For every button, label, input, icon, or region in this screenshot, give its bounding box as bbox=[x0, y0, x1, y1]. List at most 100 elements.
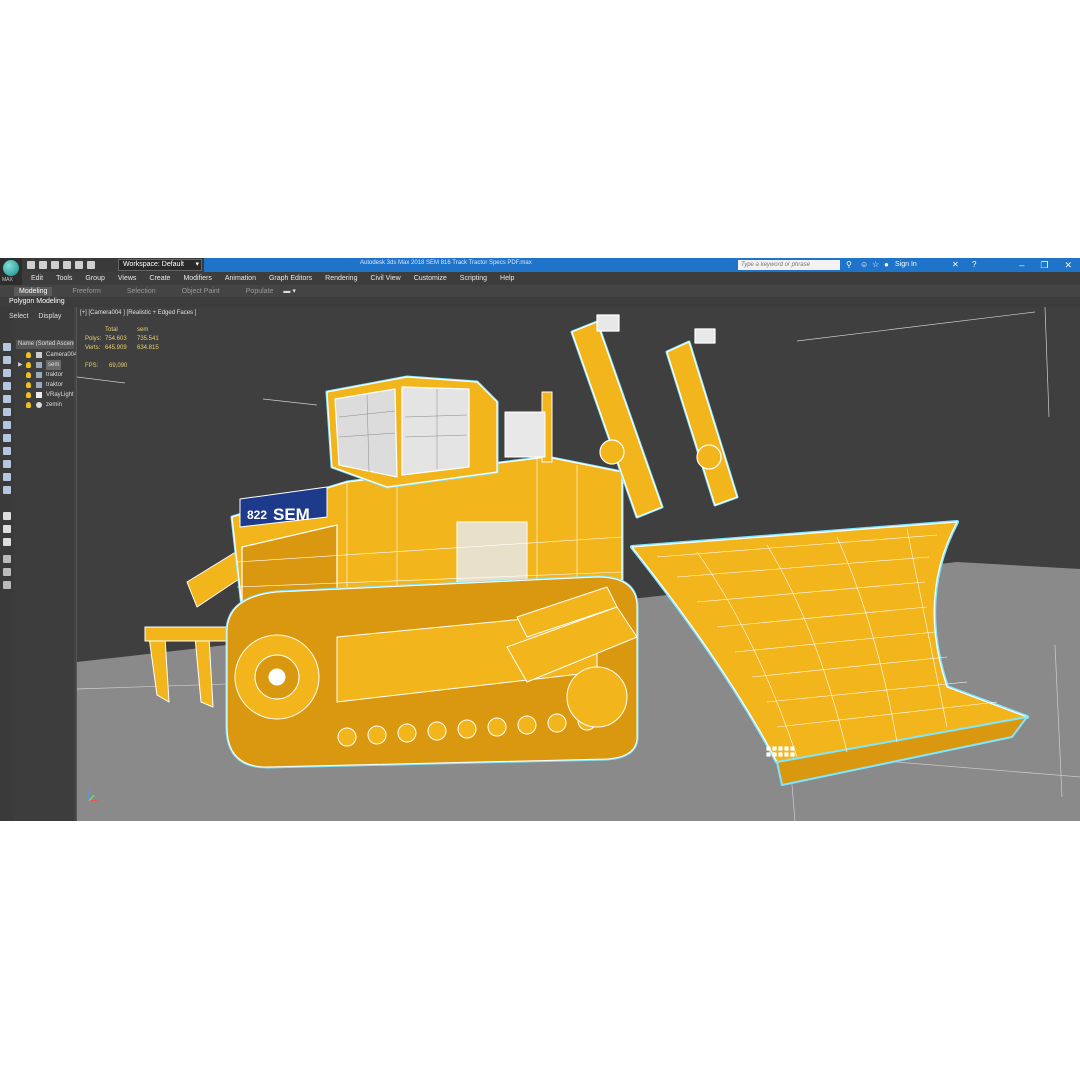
light-bulb-icon[interactable] bbox=[26, 362, 31, 368]
axis-tripod-icon bbox=[88, 789, 99, 802]
menu-group[interactable]: Group bbox=[85, 275, 104, 282]
filter-groups-icon[interactable] bbox=[3, 421, 11, 429]
search-input[interactable]: Type a keyword or phrase bbox=[738, 260, 840, 270]
hierarchy-icon[interactable] bbox=[3, 568, 11, 576]
operator-cab bbox=[325, 375, 499, 489]
tab-selection[interactable]: Selection bbox=[127, 288, 156, 295]
polys-total: 754.603 bbox=[105, 336, 127, 342]
column-header-name[interactable]: Name (Sorted Ascending) bbox=[16, 340, 74, 349]
tab-populate[interactable]: Populate bbox=[246, 288, 274, 295]
display-all-icon[interactable] bbox=[3, 512, 11, 520]
menu-create[interactable]: Create bbox=[149, 275, 170, 282]
menu-help[interactable]: Help bbox=[500, 275, 514, 282]
tab-display[interactable]: Display bbox=[38, 313, 61, 320]
menu-rendering[interactable]: Rendering bbox=[325, 275, 357, 282]
filter-xrefs-icon[interactable] bbox=[3, 434, 11, 442]
fps-value: 69,090 bbox=[109, 363, 128, 369]
workspace-dropdown[interactable]: Workspace: Default ▾ bbox=[118, 259, 202, 271]
tab-object-paint[interactable]: Object Paint bbox=[182, 288, 220, 295]
star-icon[interactable]: ☆ bbox=[872, 261, 879, 269]
scene-explorer: Select Display Name (Sorted Ascending) C… bbox=[9, 307, 77, 821]
menu-graph-editors[interactable]: Graph Editors bbox=[269, 275, 312, 282]
light-bulb-icon[interactable] bbox=[26, 402, 31, 408]
redo-icon[interactable] bbox=[75, 261, 83, 269]
ribbon-panel: Polygon Modeling bbox=[0, 297, 1080, 307]
maximize-button[interactable]: ❐ bbox=[1040, 258, 1048, 272]
filter-hidden-icon[interactable] bbox=[3, 486, 11, 494]
menu-animation[interactable]: Animation bbox=[225, 275, 256, 282]
invert-display-icon[interactable] bbox=[3, 538, 11, 546]
menu-tools[interactable]: Tools bbox=[56, 275, 72, 282]
light-bulb-icon[interactable] bbox=[26, 382, 31, 388]
menu-customize[interactable]: Customize bbox=[414, 275, 447, 282]
people-icon[interactable]: ☺ bbox=[860, 261, 868, 269]
verts-label: Verts: bbox=[85, 345, 101, 351]
badge-brand: SEM bbox=[273, 505, 310, 524]
window-title: Autodesk 3ds Max 2018 SEM 816 Track Trac… bbox=[360, 260, 532, 266]
list-item[interactable]: Camera004 bbox=[16, 350, 77, 360]
display-none-icon[interactable] bbox=[3, 525, 11, 533]
filter-frozen-icon[interactable] bbox=[3, 473, 11, 481]
tab-modeling[interactable]: Modeling bbox=[14, 286, 53, 296]
filter-bones-icon[interactable] bbox=[3, 447, 11, 455]
max-logo-icon bbox=[3, 260, 19, 276]
filter-cameras-icon[interactable] bbox=[3, 382, 11, 390]
max-logo[interactable]: MAX bbox=[0, 258, 22, 286]
filter-shapes-icon[interactable] bbox=[3, 356, 11, 364]
scene-explorer-toolbar bbox=[0, 307, 14, 821]
tab-freeform[interactable]: Freeform bbox=[72, 288, 100, 295]
camera-icon bbox=[36, 352, 42, 358]
menu-edit[interactable]: Edit bbox=[31, 275, 43, 282]
polys-sem: 735.541 bbox=[137, 336, 159, 342]
filter-lights-icon[interactable] bbox=[3, 369, 11, 377]
list-item[interactable]: ▶ sem bbox=[16, 360, 74, 370]
ribbon-options-icon[interactable]: ▬ ▾ bbox=[283, 287, 295, 295]
object-name: sem bbox=[46, 360, 62, 370]
viewport-camera004[interactable]: 822 SEM [+] [Camera004] [Realistic + Ed… bbox=[76, 307, 1080, 821]
filter-containers-icon[interactable] bbox=[3, 460, 11, 468]
filter-geometry-icon[interactable] bbox=[3, 343, 11, 351]
close-button[interactable]: ✕ bbox=[1064, 258, 1072, 272]
max-logo-label: MAX bbox=[2, 277, 13, 283]
minimize-button[interactable]: – bbox=[1019, 258, 1024, 272]
list-item[interactable]: zemin bbox=[16, 400, 74, 410]
expand-arrow-icon[interactable]: ▶ bbox=[18, 360, 23, 370]
light-bulb-icon[interactable] bbox=[26, 372, 31, 378]
filter-helpers-icon[interactable] bbox=[3, 395, 11, 403]
layers-icon[interactable] bbox=[3, 581, 11, 589]
open-file-icon[interactable] bbox=[39, 261, 47, 269]
sign-in-button[interactable]: Sign In bbox=[895, 261, 917, 268]
new-file-icon[interactable] bbox=[27, 261, 35, 269]
geometry-icon bbox=[36, 372, 42, 378]
binoculars-icon[interactable]: ⚲ bbox=[846, 261, 852, 269]
verts-sem: 634.815 bbox=[137, 345, 159, 351]
geometry-icon bbox=[36, 382, 42, 388]
light-bulb-icon[interactable] bbox=[26, 392, 31, 398]
menu-modifiers[interactable]: Modifiers bbox=[183, 275, 211, 282]
light-icon bbox=[36, 392, 42, 398]
tab-select[interactable]: Select bbox=[9, 313, 28, 320]
light-bulb-icon[interactable] bbox=[26, 352, 31, 358]
user-icon[interactable]: ● bbox=[884, 261, 889, 269]
workspace-label: Workspace: Default bbox=[123, 261, 184, 268]
viewport-label[interactable]: [+] [Camera004 ] [Realistic + Edged Face… bbox=[80, 310, 196, 316]
scene-explorer-tabs: Select Display bbox=[9, 313, 69, 320]
list-item[interactable]: traktor bbox=[16, 380, 74, 390]
funnel-icon[interactable] bbox=[3, 555, 11, 563]
badge-number: 822 bbox=[247, 508, 267, 522]
help-icon[interactable]: ? bbox=[972, 261, 976, 269]
ribbon-tabs: Modeling Freeform Selection Object Paint… bbox=[0, 285, 1080, 297]
menu-civil-view[interactable]: Civil View bbox=[370, 275, 400, 282]
polygon-modeling-label[interactable]: Polygon Modeling bbox=[9, 297, 65, 307]
exchange-icon[interactable]: ✕ bbox=[952, 261, 959, 269]
bulldozer-model[interactable]: 822 SEM bbox=[144, 314, 1029, 786]
undo-icon[interactable] bbox=[63, 261, 71, 269]
menu-views[interactable]: Views bbox=[118, 275, 137, 282]
filter-spacewarps-icon[interactable] bbox=[3, 408, 11, 416]
save-icon[interactable] bbox=[51, 261, 59, 269]
menu-scripting[interactable]: Scripting bbox=[460, 275, 487, 282]
sphere-icon bbox=[36, 402, 42, 408]
list-item[interactable]: traktor bbox=[16, 370, 74, 380]
list-item[interactable]: VRayLight bbox=[16, 390, 74, 400]
project-folder-icon[interactable] bbox=[87, 261, 95, 269]
